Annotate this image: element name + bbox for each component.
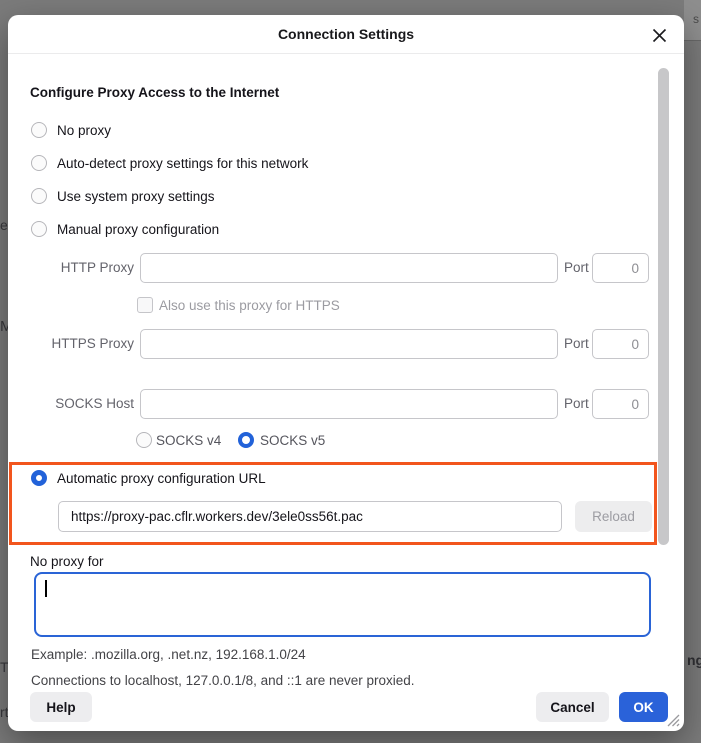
socks-host-input[interactable]: [140, 389, 558, 419]
no-proxy-for-field[interactable]: [34, 572, 651, 637]
no-proxy-for-label: No proxy for: [30, 554, 104, 569]
use-proxy-for-https-checkbox[interactable]: [137, 297, 153, 313]
radio-auto-detect[interactable]: [31, 155, 47, 171]
radio-socks-v4-label[interactable]: SOCKS v4: [156, 433, 221, 448]
no-proxy-for-textarea[interactable]: [36, 574, 649, 635]
connection-settings-dialog: Connection Settings Configure Proxy Acce…: [8, 15, 684, 731]
radio-socks-v5-label[interactable]: SOCKS v5: [260, 433, 325, 448]
resize-grip-icon: [664, 711, 680, 727]
cancel-button[interactable]: Cancel: [536, 692, 609, 722]
radio-auto-url[interactable]: [31, 470, 47, 486]
auto-url-input[interactable]: [58, 501, 562, 532]
https-port-input[interactable]: [592, 329, 649, 359]
http-proxy-input[interactable]: [140, 253, 558, 283]
text-cursor: [45, 580, 47, 597]
scrollbar-thumb[interactable]: [658, 68, 669, 545]
use-proxy-for-https-label[interactable]: Also use this proxy for HTTPS: [159, 298, 340, 313]
background-text-fragment: s: [693, 12, 699, 26]
dialog-header: Connection Settings: [8, 15, 684, 54]
dialog-title: Connection Settings: [8, 26, 684, 42]
close-button[interactable]: [646, 22, 672, 48]
radio-no-proxy[interactable]: [31, 122, 47, 138]
radio-system-proxy[interactable]: [31, 188, 47, 204]
radio-socks-v4[interactable]: [136, 432, 152, 448]
section-heading: Configure Proxy Access to the Internet: [30, 85, 279, 100]
http-proxy-label: HTTP Proxy: [8, 260, 134, 275]
radio-no-proxy-label[interactable]: No proxy: [57, 123, 111, 138]
resize-grip[interactable]: [664, 711, 680, 727]
socks-port-label: Port: [564, 396, 589, 411]
background-text-fragment: ng: [687, 652, 701, 668]
http-port-label: Port: [564, 260, 589, 275]
radio-auto-detect-label[interactable]: Auto-detect proxy settings for this netw…: [57, 156, 308, 171]
https-port-label: Port: [564, 336, 589, 351]
https-proxy-input[interactable]: [140, 329, 558, 359]
radio-auto-url-label[interactable]: Automatic proxy configuration URL: [57, 471, 266, 486]
socks-port-input[interactable]: [592, 389, 649, 419]
socks-host-label: SOCKS Host: [8, 396, 134, 411]
help-button[interactable]: Help: [30, 692, 92, 722]
close-icon: [652, 28, 667, 43]
never-proxied-text: Connections to localhost, 127.0.0.1/8, a…: [31, 673, 415, 688]
radio-socks-v5[interactable]: [238, 432, 254, 448]
example-text: Example: .mozilla.org, .net.nz, 192.168.…: [31, 647, 306, 662]
ok-button[interactable]: OK: [619, 692, 668, 722]
reload-button[interactable]: Reload: [575, 501, 652, 532]
radio-manual-proxy-label[interactable]: Manual proxy configuration: [57, 222, 219, 237]
http-port-input[interactable]: [592, 253, 649, 283]
radio-manual-proxy[interactable]: [31, 221, 47, 237]
https-proxy-label: HTTPS Proxy: [8, 336, 134, 351]
radio-system-proxy-label[interactable]: Use system proxy settings: [57, 189, 215, 204]
